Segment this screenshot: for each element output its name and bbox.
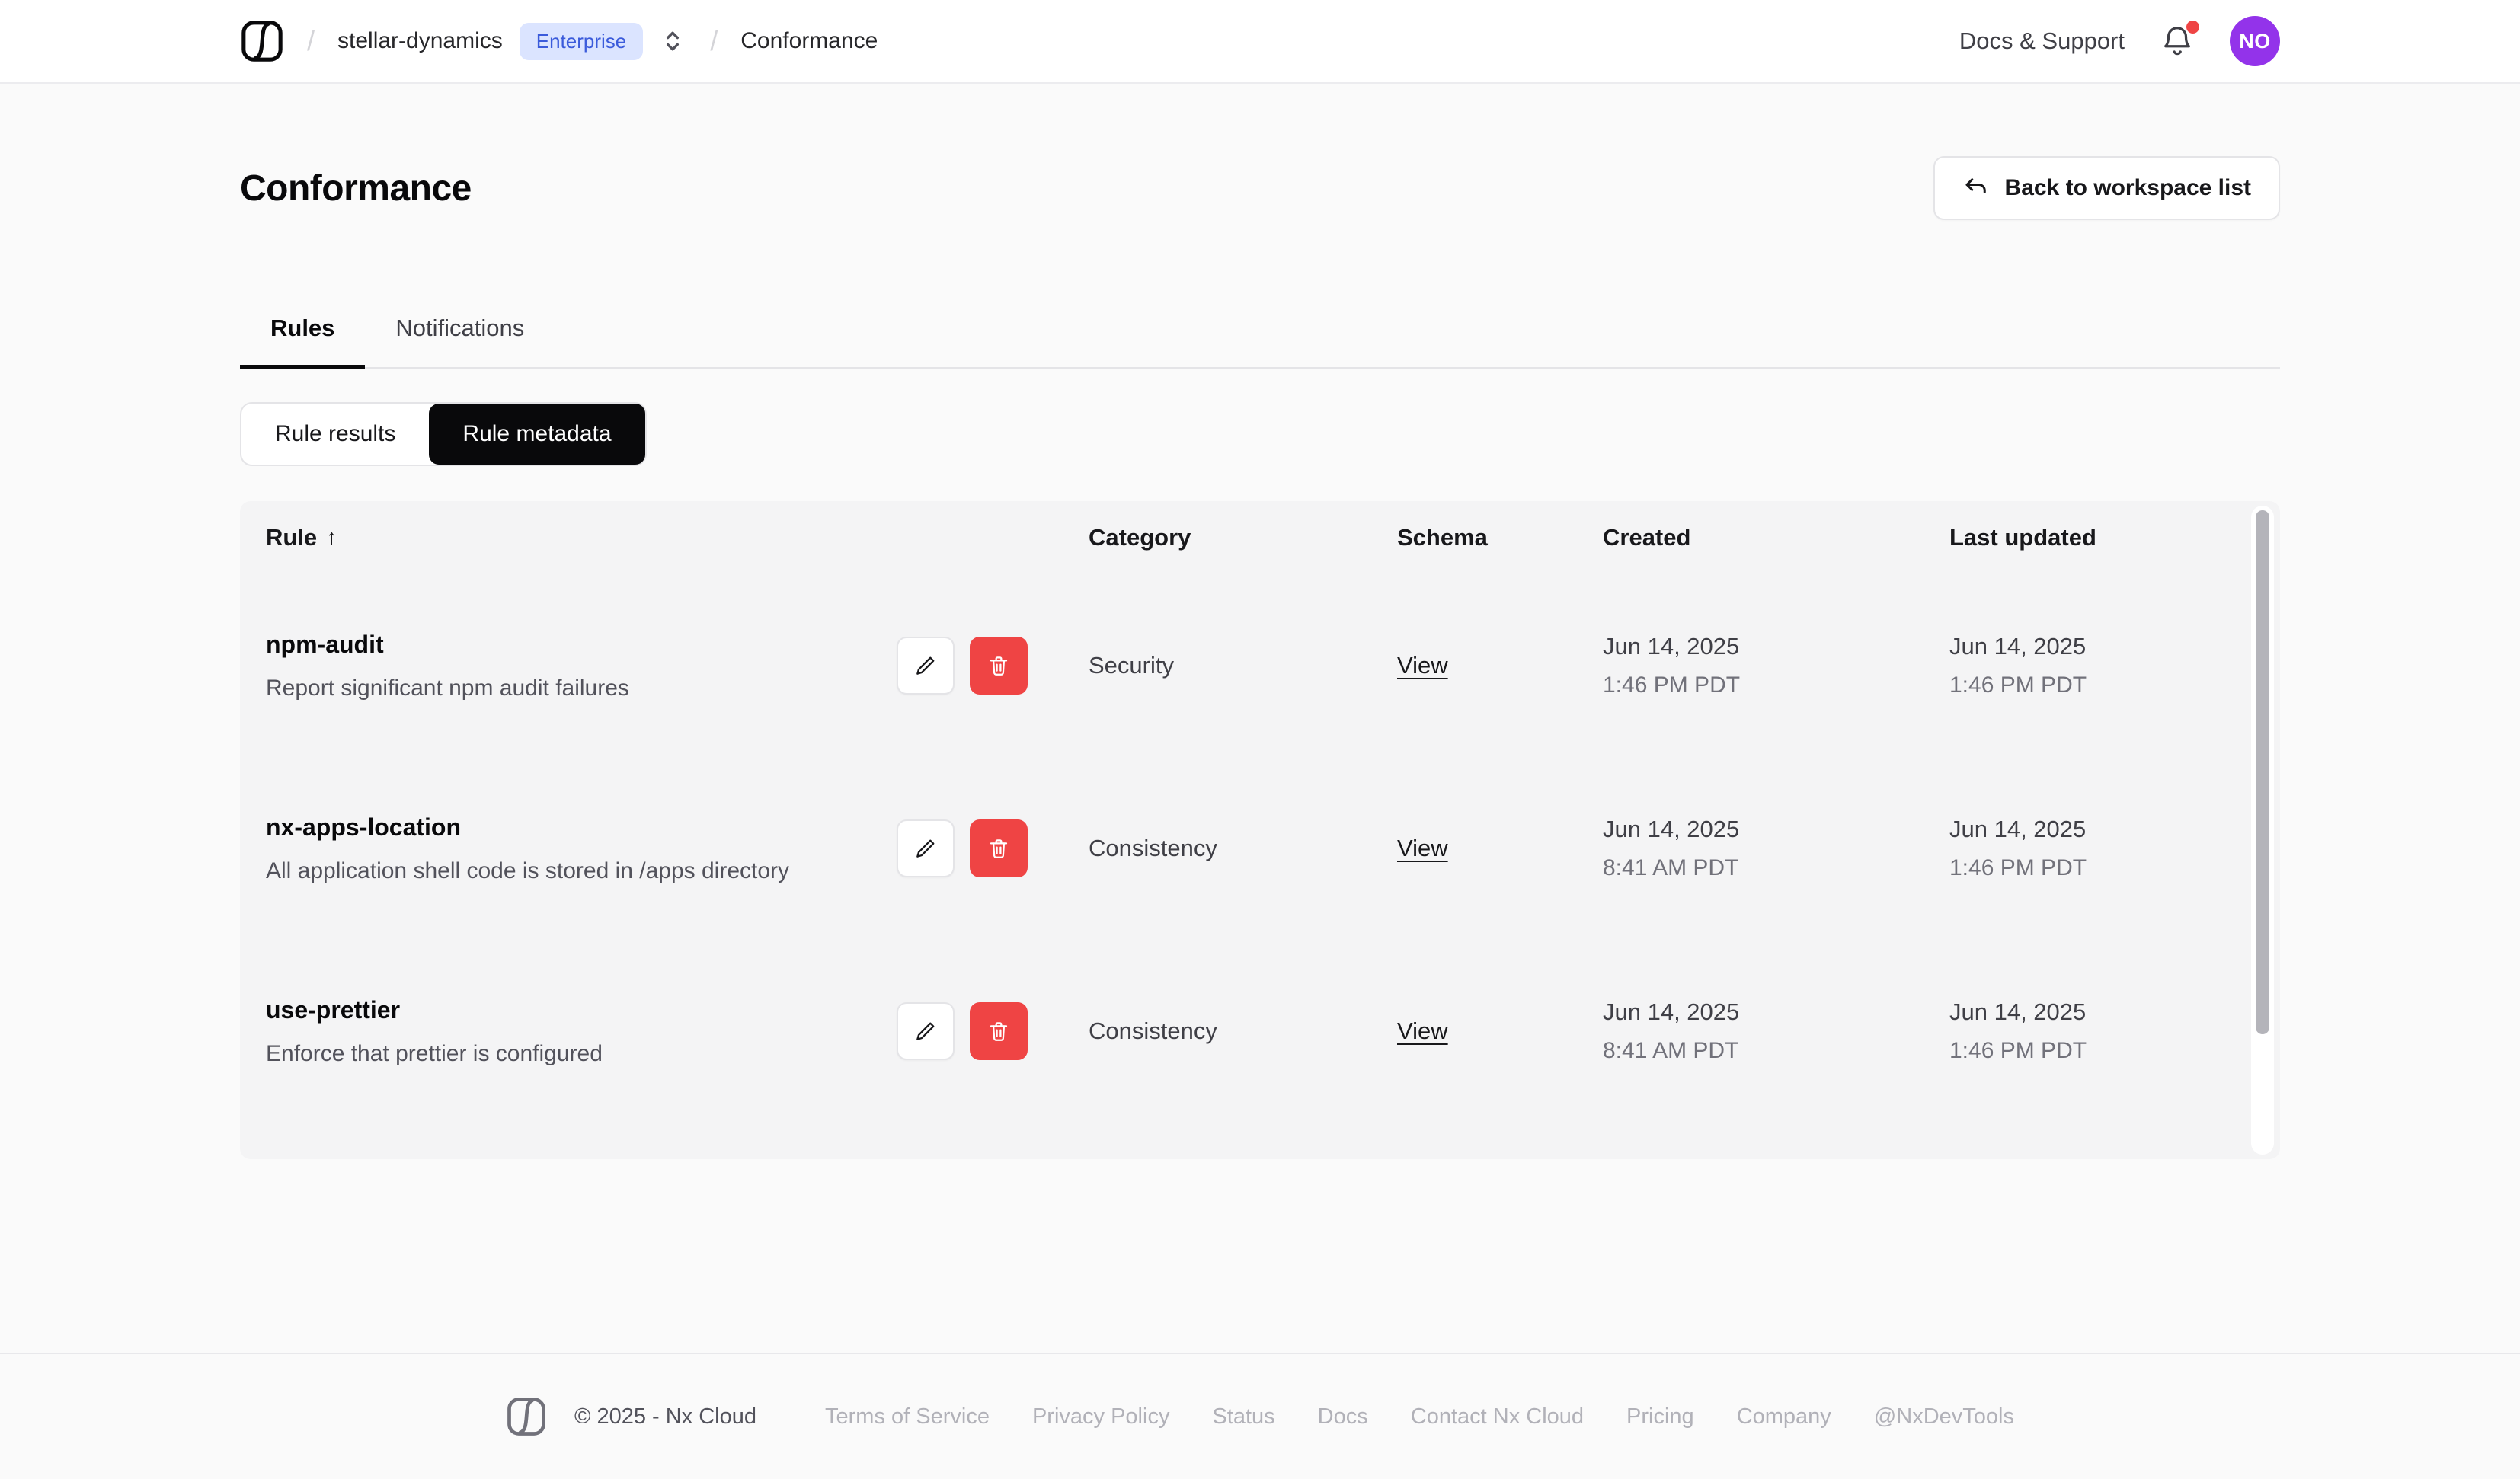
footer-link-docs[interactable]: Docs [1318,1404,1368,1429]
table-row: npm-audit Report significant npm audit f… [240,574,2280,757]
footer-links: Terms of Service Privacy Policy Status D… [825,1404,2014,1429]
rule-description: All application shell code is stored in … [266,858,790,883]
notification-dot [2186,21,2199,34]
user-avatar[interactable]: NO [2230,16,2280,66]
return-arrow-icon [1962,174,1990,202]
unfold-chevrons-icon [658,27,687,56]
nx-cloud-footer-logo-icon [506,1396,547,1437]
rule-category: Consistency [1089,835,1217,861]
tab-rules[interactable]: Rules [240,313,366,369]
edit-rule-button[interactable] [897,819,955,877]
created-cell: Jun 14, 2025 8:41 AM PDT [1603,998,1740,1063]
workspace-switcher-button[interactable] [658,27,687,56]
trash-icon [987,1019,1011,1043]
breadcrumb-separator: / [710,25,718,56]
sort-ascending-icon: ↑ [326,525,337,550]
tab-notifications[interactable]: Notifications [365,313,555,369]
nx-cloud-logo-icon[interactable] [240,19,284,63]
footer-link-contact-nx-cloud[interactable]: Contact Nx Cloud [1411,1404,1584,1429]
tab-bar: Rules Notifications [240,313,2280,369]
toggle-rule-results[interactable]: Rule results [241,404,429,465]
footer-link-pricing[interactable]: Pricing [1626,1404,1694,1429]
rule-description: Enforce that prettier is configured [266,1040,603,1066]
column-header-created[interactable]: Created [1577,524,1924,551]
table-scrollbar-thumb[interactable] [2256,510,2269,1034]
notifications-bell-button[interactable] [2160,21,2199,59]
docs-support-link[interactable]: Docs & Support [1959,27,2125,55]
column-header-schema[interactable]: Schema [1371,524,1577,551]
created-cell: Jun 14, 2025 1:46 PM PDT [1603,633,1741,698]
column-header-category[interactable]: Category [1063,524,1371,551]
pencil-icon [913,1019,938,1043]
footer-link-company[interactable]: Company [1737,1404,1831,1429]
last-updated-cell: Jun 14, 2025 1:46 PM PDT [1949,998,2087,1063]
footer-link-nxdevtools[interactable]: @NxDevTools [1874,1404,2014,1429]
footer-copyright: © 2025 - Nx Cloud [574,1404,756,1429]
breadcrumb-separator: / [307,25,315,56]
column-header-last-updated[interactable]: Last updated [1924,524,2280,551]
schema-view-link[interactable]: View [1397,1017,1448,1044]
toggle-rule-metadata[interactable]: Rule metadata [429,404,645,465]
breadcrumb-current-page: Conformance [740,28,878,53]
edit-rule-button[interactable] [897,1002,955,1060]
rule-description: Report significant npm audit failures [266,675,629,701]
created-cell: Jun 14, 2025 8:41 AM PDT [1603,816,1740,880]
footer-link-terms-of-service[interactable]: Terms of Service [825,1404,990,1429]
delete-rule-button[interactable] [970,1002,1028,1060]
edit-rule-button[interactable] [897,637,955,695]
plan-badge: Enterprise [519,22,644,60]
footer-link-privacy-policy[interactable]: Privacy Policy [1032,1404,1170,1429]
footer-link-status[interactable]: Status [1212,1404,1274,1429]
table-scrollbar-track [2251,506,2274,1155]
back-button-label: Back to workspace list [2004,175,2251,200]
topbar-actions: Docs & Support NO [1959,16,2280,66]
rule-metadata-table: Rule ↑ Category Schema Created Last upda… [240,501,2280,1159]
top-navigation-bar: / stellar-dynamics Enterprise / Conforma… [0,0,2520,84]
rule-category: Security [1089,652,1174,679]
back-to-workspace-list-button[interactable]: Back to workspace list [1933,156,2280,220]
rule-name: npm-audit [266,630,384,658]
page-title: Conformance [240,168,472,209]
rule-category: Consistency [1089,1017,1217,1044]
last-updated-cell: Jun 14, 2025 1:46 PM PDT [1949,633,2087,698]
schema-view-link[interactable]: View [1397,835,1448,861]
column-header-rule[interactable]: Rule ↑ [240,524,1063,551]
last-updated-cell: Jun 14, 2025 1:46 PM PDT [1949,816,2087,880]
page-footer: © 2025 - Nx Cloud Terms of Service Priva… [0,1353,2520,1479]
delete-rule-button[interactable] [970,637,1028,695]
schema-view-link[interactable]: View [1397,652,1448,679]
rule-name: use-prettier [266,995,401,1024]
trash-icon [987,653,1011,678]
table-header-row: Rule ↑ Category Schema Created Last upda… [240,501,2280,574]
rule-name: nx-apps-location [266,813,462,841]
breadcrumb-workspace-link[interactable]: stellar-dynamics [337,28,503,54]
table-row: nx-apps-location All application shell c… [240,757,2280,940]
trash-icon [987,836,1011,861]
rule-view-toggle: Rule results Rule metadata [240,402,647,466]
avatar-initials: NO [2239,29,2271,53]
pencil-icon [913,653,938,678]
table-row: use-prettier Enforce that prettier is co… [240,940,2280,1123]
delete-rule-button[interactable] [970,819,1028,877]
pencil-icon [913,836,938,861]
